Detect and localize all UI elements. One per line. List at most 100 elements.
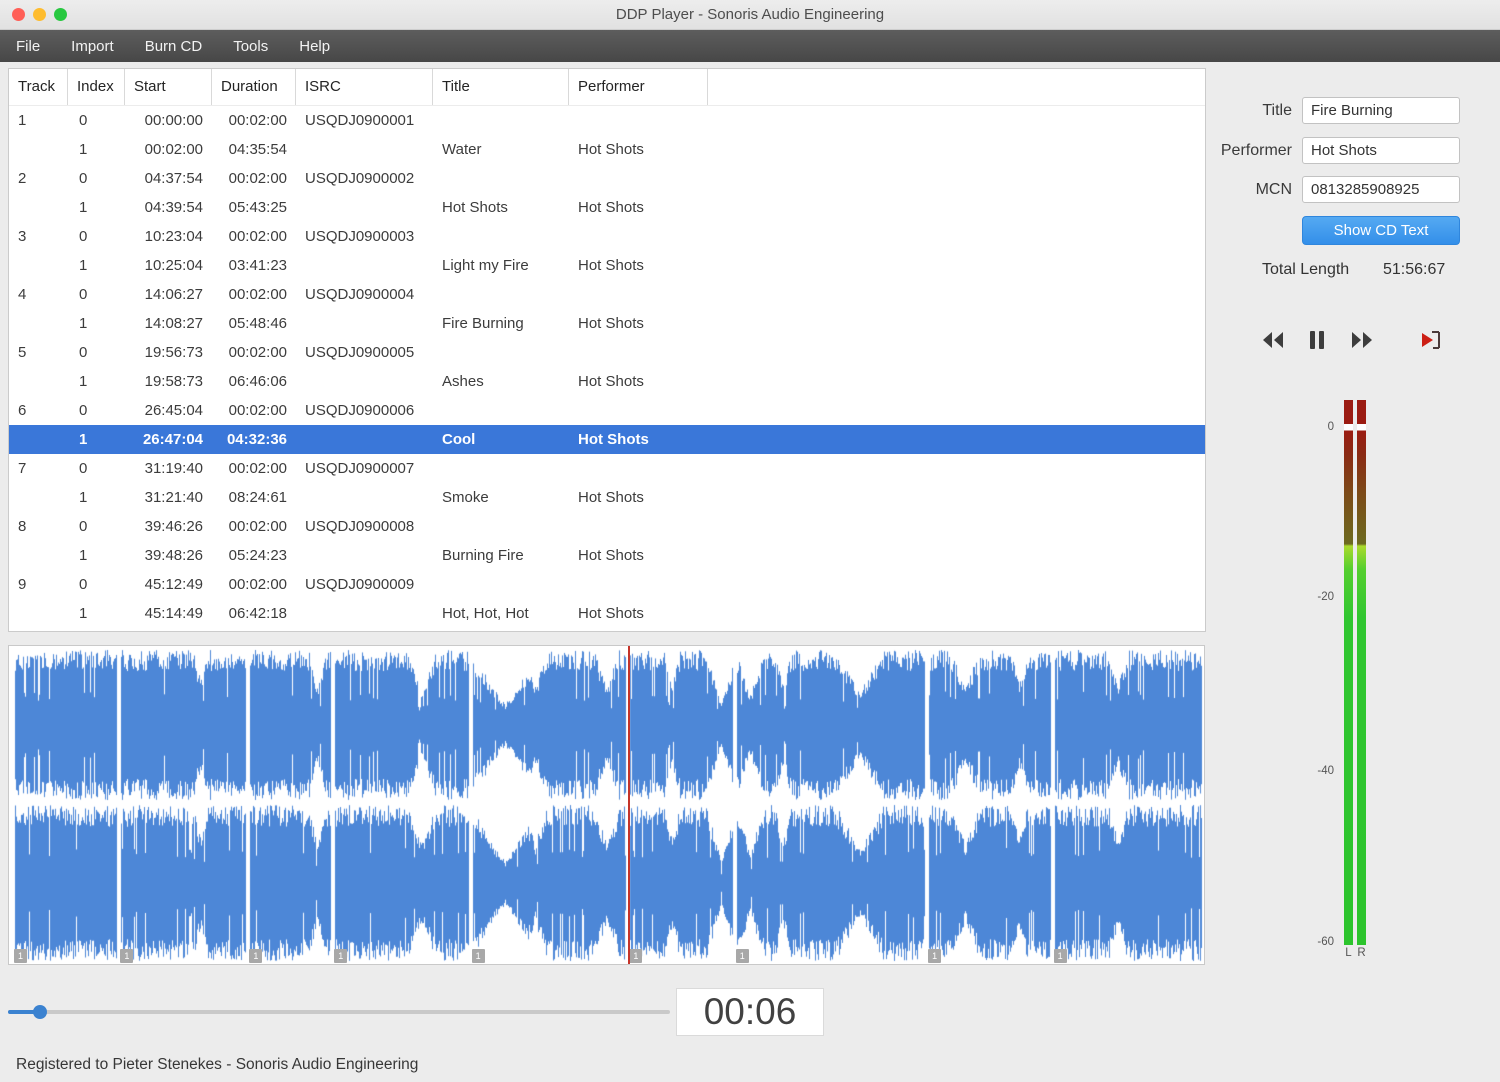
table-row[interactable]: 1 00:02:00 04:35:54 Water Hot Shots bbox=[9, 135, 1205, 164]
track-marker[interactable]: 1 bbox=[13, 949, 27, 963]
table-row[interactable]: 2 0 04:37:54 00:02:00 USQDJ0900002 bbox=[9, 164, 1205, 193]
menu-item[interactable]: Help bbox=[299, 38, 330, 55]
cell-track: 4 bbox=[18, 286, 27, 303]
table-row[interactable]: 1 14:08:27 05:48:46 Fire Burning Hot Sho… bbox=[9, 309, 1205, 338]
track-marker[interactable]: 1 bbox=[928, 949, 942, 963]
meter-scale-60: -60 bbox=[1317, 936, 1334, 948]
cell-title: Cool bbox=[442, 431, 476, 448]
cell-title: Fire Burning bbox=[442, 315, 524, 332]
cell-track bbox=[9, 367, 68, 396]
menu-item[interactable]: Tools bbox=[233, 38, 268, 55]
column-header-isrc[interactable]: ISRC bbox=[296, 69, 433, 105]
table-row[interactable]: 1 26:47:04 04:32:36 Cool Hot Shots bbox=[9, 425, 1205, 454]
column-header-duration[interactable]: Duration bbox=[212, 69, 296, 105]
performer-input[interactable] bbox=[1302, 137, 1460, 164]
menu-item[interactable]: Import bbox=[71, 38, 114, 55]
table-row[interactable]: 1 10:25:04 03:41:23 Light my Fire Hot Sh… bbox=[9, 251, 1205, 280]
cell-performer: Hot Shots bbox=[578, 373, 644, 390]
track-marker[interactable]: 1 bbox=[471, 949, 485, 963]
title-field-label: Title bbox=[1262, 102, 1292, 119]
seek-slider-thumb[interactable] bbox=[32, 1005, 47, 1019]
table-row[interactable]: 1 31:21:40 08:24:61 Smoke Hot Shots bbox=[9, 483, 1205, 512]
table-row[interactable]: 4 0 14:06:27 00:02:00 USQDJ0900004 bbox=[9, 280, 1205, 309]
cell-index: 1 bbox=[79, 489, 88, 506]
track-marker[interactable]: 1 bbox=[735, 949, 749, 963]
cell-isrc bbox=[296, 309, 433, 338]
cell-duration: 00:02:00 bbox=[228, 170, 287, 187]
track-marker[interactable]: 1 bbox=[249, 949, 263, 963]
cell-duration: 00:02:00 bbox=[228, 228, 287, 245]
track-marker[interactable]: 1 bbox=[1053, 949, 1067, 963]
cell-start: 04:37:54 bbox=[144, 170, 203, 187]
cell-filler bbox=[708, 396, 1205, 425]
pause-button[interactable] bbox=[1308, 329, 1326, 351]
track-marker[interactable]: 1 bbox=[629, 949, 643, 963]
table-row[interactable]: 1 04:39:54 05:43:25 Hot Shots Hot Shots bbox=[9, 193, 1205, 222]
table-row[interactable]: 1 45:14:49 06:42:18 Hot, Hot, Hot Hot Sh… bbox=[9, 599, 1205, 628]
table-row[interactable]: 3 0 10:23:04 00:02:00 USQDJ0900003 bbox=[9, 222, 1205, 251]
cell-track: 7 bbox=[18, 460, 27, 477]
table-row[interactable]: 1 39:48:26 05:24:23 Burning Fire Hot Sho… bbox=[9, 541, 1205, 570]
fast-forward-button[interactable] bbox=[1350, 329, 1374, 351]
playhead[interactable] bbox=[628, 646, 630, 964]
menu-item[interactable]: Burn CD bbox=[145, 38, 203, 55]
cell-filler bbox=[708, 454, 1205, 483]
table-row[interactable]: 6 0 26:45:04 00:02:00 USQDJ0900006 bbox=[9, 396, 1205, 425]
cell-performer: Hot Shots bbox=[578, 257, 644, 274]
time-display: 00:06 bbox=[676, 988, 824, 1036]
cell-duration: 05:24:23 bbox=[228, 547, 287, 564]
meter-channel-left-label: L bbox=[1345, 947, 1352, 959]
mcn-input[interactable] bbox=[1302, 176, 1460, 203]
seek-slider-track[interactable] bbox=[8, 1010, 670, 1014]
waveform-panel[interactable]: 1 1 1 1 1 1 1 1 1 bbox=[8, 645, 1205, 965]
cell-index: 0 bbox=[79, 112, 88, 129]
table-body: 1 0 00:00:00 00:02:00 USQDJ0900001 1 00:… bbox=[9, 106, 1205, 628]
cell-performer: Hot Shots bbox=[578, 199, 644, 216]
rewind-button[interactable] bbox=[1261, 329, 1285, 351]
table-row[interactable]: 5 0 19:56:73 00:02:00 USQDJ0900005 bbox=[9, 338, 1205, 367]
play-to-marker-button[interactable] bbox=[1419, 329, 1443, 351]
cell-performer bbox=[569, 280, 708, 309]
menu-bar: File Import Burn CD Tools Help bbox=[0, 30, 1500, 62]
cell-filler bbox=[708, 541, 1205, 570]
menu-item[interactable]: File bbox=[16, 38, 40, 55]
cell-index: 0 bbox=[79, 402, 88, 419]
table-row[interactable]: 1 19:58:73 06:46:06 Ashes Hot Shots bbox=[9, 367, 1205, 396]
cell-performer bbox=[569, 512, 708, 541]
fast-forward-icon bbox=[1352, 332, 1372, 348]
title-input[interactable] bbox=[1302, 97, 1460, 124]
column-header-start[interactable]: Start bbox=[125, 69, 212, 105]
table-row[interactable]: 9 0 45:12:49 00:02:00 USQDJ0900009 bbox=[9, 570, 1205, 599]
column-header-performer[interactable]: Performer bbox=[569, 69, 708, 105]
cell-duration: 00:02:00 bbox=[228, 112, 287, 129]
cell-isrc bbox=[296, 599, 433, 628]
cell-index: 0 bbox=[79, 286, 88, 303]
cell-title: Water bbox=[442, 141, 482, 158]
cell-start: 39:48:26 bbox=[144, 547, 203, 564]
cell-isrc: USQDJ0900006 bbox=[305, 402, 415, 419]
table-row[interactable]: 1 0 00:00:00 00:02:00 USQDJ0900001 bbox=[9, 106, 1205, 135]
cell-track: 5 bbox=[18, 344, 27, 361]
cell-isrc: USQDJ0900009 bbox=[305, 576, 415, 593]
column-header-title[interactable]: Title bbox=[433, 69, 569, 105]
pause-icon bbox=[1310, 331, 1324, 349]
cell-index: 1 bbox=[79, 199, 88, 216]
table-row[interactable]: 8 0 39:46:26 00:02:00 USQDJ0900008 bbox=[9, 512, 1205, 541]
cell-performer bbox=[569, 106, 708, 135]
cell-duration: 00:02:00 bbox=[228, 286, 287, 303]
track-marker[interactable]: 1 bbox=[334, 949, 348, 963]
show-cd-text-button[interactable]: Show CD Text bbox=[1302, 216, 1460, 245]
column-header-track[interactable]: Track bbox=[9, 69, 68, 105]
cell-start: 26:45:04 bbox=[144, 402, 203, 419]
window-titlebar: DDP Player - Sonoris Audio Engineering bbox=[0, 0, 1500, 30]
cell-title bbox=[433, 164, 569, 193]
table-row[interactable]: 7 0 31:19:40 00:02:00 USQDJ0900007 bbox=[9, 454, 1205, 483]
column-header-index[interactable]: Index bbox=[68, 69, 125, 105]
cell-isrc bbox=[296, 367, 433, 396]
track-marker[interactable]: 1 bbox=[120, 949, 134, 963]
cell-duration: 00:02:00 bbox=[228, 576, 287, 593]
level-meter-left bbox=[1344, 400, 1353, 945]
cell-isrc bbox=[296, 251, 433, 280]
cell-isrc bbox=[296, 425, 433, 454]
waveform-canvas[interactable] bbox=[9, 646, 1204, 964]
